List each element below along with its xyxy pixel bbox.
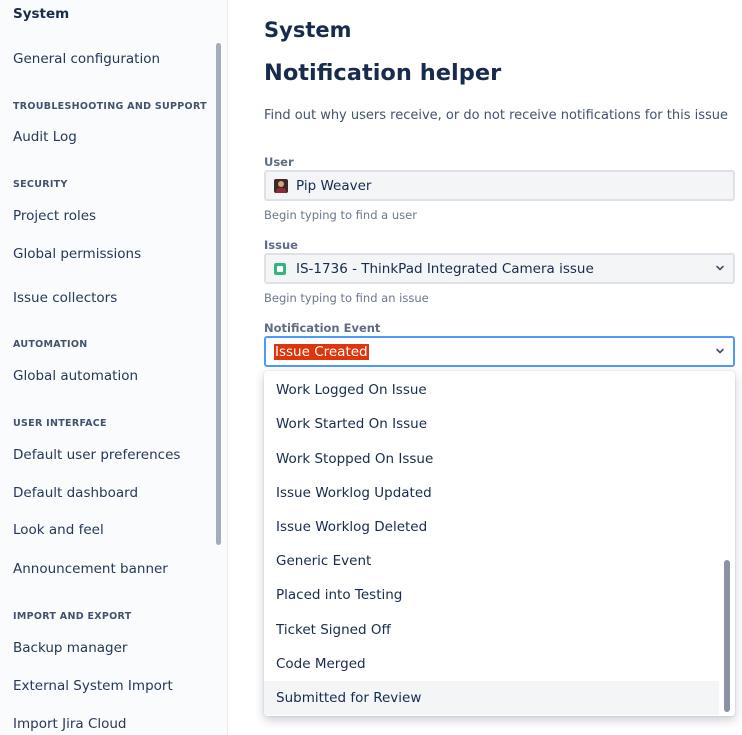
event-option[interactable]: Issue Worklog Deleted [264, 510, 719, 544]
sidebar-item-general-configuration[interactable]: General configuration [13, 51, 160, 67]
event-option[interactable]: Code Merged [264, 647, 719, 681]
sidebar-section-troubleshooting: TROUBLESHOOTING AND SUPPORT [13, 101, 207, 112]
dropdown-scrollbar[interactable] [724, 560, 730, 712]
notification-event-label: Notification Event [264, 321, 381, 335]
event-option[interactable]: Ticket Signed Off [264, 613, 719, 647]
event-option[interactable]: Issue Worklog Updated [264, 476, 719, 510]
chevron-down-icon[interactable] [715, 263, 725, 273]
sidebar-item-issue-collectors[interactable]: Issue collectors [13, 290, 117, 306]
story-issue-type-icon [274, 262, 286, 275]
issue-field-help: Begin typing to find an issue [264, 291, 429, 305]
notification-event-select[interactable]: Issue Created [264, 336, 735, 367]
event-option-highlighted[interactable]: Submitted for Review [264, 681, 719, 715]
sidebar-scrollbar[interactable] [216, 43, 221, 545]
sidebar-item-global-permissions[interactable]: Global permissions [13, 246, 141, 262]
sidebar-item-audit-log[interactable]: Audit Log [13, 129, 77, 145]
page-title: Notification helper [264, 60, 502, 86]
chevron-down-icon[interactable] [715, 346, 725, 356]
issue-field-label: Issue [264, 238, 298, 252]
sidebar-item-import-jira-cloud[interactable]: Import Jira Cloud [13, 716, 127, 732]
admin-sidebar: System General configuration TROUBLESHOO… [0, 0, 228, 735]
sidebar-item-project-roles[interactable]: Project roles [13, 208, 96, 224]
sidebar-item-default-dashboard[interactable]: Default dashboard [13, 485, 138, 501]
user-field-help: Begin typing to find a user [264, 208, 417, 222]
notification-event-dropdown: Work Logged On Issue Work Started On Iss… [264, 371, 735, 716]
sidebar-item-backup-manager[interactable]: Backup manager [13, 640, 127, 656]
sidebar-item-default-user-preferences[interactable]: Default user preferences [13, 447, 180, 463]
sidebar-item-announcement-banner[interactable]: Announcement banner [13, 561, 168, 577]
event-option[interactable]: Placed into Testing [264, 578, 719, 612]
event-option[interactable]: Work Stopped On Issue [264, 442, 719, 476]
sidebar-section-import-export: IMPORT AND EXPORT [13, 611, 132, 622]
page-heading: System [264, 18, 352, 42]
sidebar-section-automation: AUTOMATION [13, 339, 88, 350]
sidebar-item-external-system-import[interactable]: External System Import [13, 678, 173, 694]
event-option[interactable]: Generic Event [264, 544, 719, 578]
event-option[interactable]: Work Logged On Issue [264, 373, 719, 407]
issue-picker-value: IS-1736 - ThinkPad Integrated Camera iss… [296, 260, 594, 277]
sidebar-item-global-automation[interactable]: Global automation [13, 368, 138, 384]
user-picker-value: Pip Weaver [296, 177, 372, 194]
sidebar-item-look-and-feel[interactable]: Look and feel [13, 522, 104, 538]
user-avatar [274, 178, 288, 193]
page-description: Find out why users receive, or do not re… [264, 108, 729, 123]
sidebar-section-security: SECURITY [13, 179, 68, 190]
sidebar-item-system[interactable]: System [13, 6, 69, 22]
user-field-label: User [264, 155, 294, 169]
notification-event-value[interactable]: Issue Created [274, 343, 369, 360]
user-picker-field[interactable]: Pip Weaver [264, 170, 735, 201]
event-option[interactable]: Work Started On Issue [264, 407, 719, 441]
sidebar-section-user-interface: USER INTERFACE [13, 418, 107, 429]
issue-picker-field[interactable]: IS-1736 - ThinkPad Integrated Camera iss… [264, 253, 735, 284]
